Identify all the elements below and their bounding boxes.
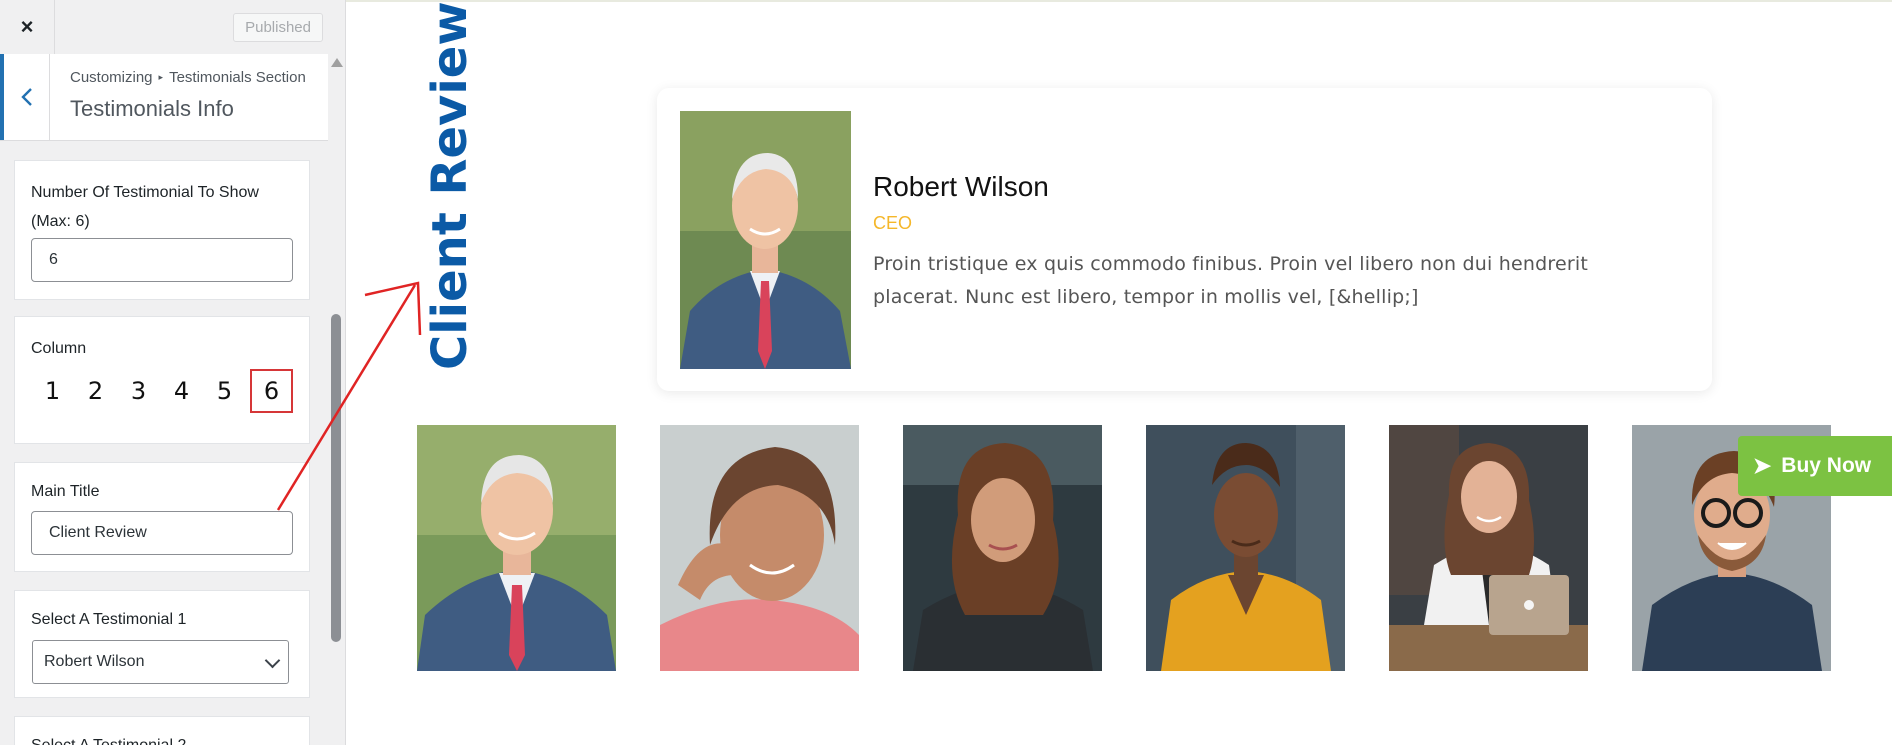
send-icon: ➤ [1752, 453, 1772, 478]
number-to-show-label: Number Of Testimonial To Show [31, 184, 259, 201]
back-button[interactable] [0, 54, 50, 140]
customizer-header: × Published [0, 0, 345, 55]
chevron-left-icon [20, 88, 32, 106]
column-panel: Column 1 2 3 4 5 6 [14, 316, 310, 444]
column-options: 1 2 3 4 5 6 [31, 369, 293, 413]
main-title-input[interactable]: Client Review [31, 511, 293, 555]
scroll-up-arrow-icon[interactable] [331, 58, 343, 67]
column-option-2[interactable]: 2 [74, 369, 117, 413]
testimonial-1-select[interactable]: Robert Wilson [32, 640, 289, 684]
featured-testimonial-name: Robert Wilson [873, 171, 1049, 202]
featured-testimonial-photo [680, 111, 851, 369]
featured-testimonial-text: Proin tristique ex quis commodo finibus.… [873, 253, 1589, 308]
breadcrumb: Customizing ▸ Testimonials Section [70, 69, 306, 86]
preview-top-border [346, 0, 1892, 2]
number-to-show-hint: (Max: 6) [31, 213, 90, 230]
testimonial-thumbnail-1[interactable] [417, 425, 616, 671]
testimonial-1-label: Select A Testimonial 1 [31, 611, 187, 628]
testimonial-2-label: Select A Testimonial 2 [31, 732, 186, 745]
breadcrumb-root: Customizing [70, 69, 153, 86]
main-title-label: Main Title [31, 483, 100, 500]
featured-testimonial-role: CEO [873, 213, 913, 233]
published-button[interactable]: Published [233, 13, 323, 42]
number-to-show-input[interactable]: 6 [31, 238, 293, 282]
number-to-show-panel: Number Of Testimonial To Show (Max: 6) 6 [14, 160, 310, 300]
column-option-5[interactable]: 5 [203, 369, 246, 413]
close-icon[interactable]: × [0, 0, 55, 54]
column-option-3[interactable]: 3 [117, 369, 160, 413]
breadcrumb-parent: Testimonials Section [169, 69, 306, 86]
buy-now-label: Buy Now [1781, 454, 1872, 477]
section-title: Testimonials Info [70, 96, 234, 121]
section-navigation: Customizing ▸ Testimonials Section Testimo… [0, 54, 328, 141]
testimonial-thumbnail-3[interactable] [903, 425, 1102, 671]
column-label: Column [31, 340, 87, 357]
testimonial-1-value: Robert Wilson [44, 653, 145, 670]
testimonial-thumbnail-2[interactable] [660, 425, 859, 671]
testimonial-2-panel: Select A Testimonial 2 [14, 716, 310, 745]
testimonial-thumbnail-5[interactable] [1389, 425, 1588, 671]
testimonial-thumbnail-4[interactable] [1146, 425, 1345, 671]
chevron-down-icon [264, 652, 281, 669]
breadcrumb-separator-icon: ▸ [158, 72, 164, 82]
column-option-1[interactable]: 1 [31, 369, 74, 413]
column-option-4[interactable]: 4 [160, 369, 203, 413]
featured-testimonial-card: Robert Wilson CEO Proin tristique ex qui… [657, 88, 1712, 391]
client-review-title: Client Review [422, 1, 478, 370]
buy-now-button[interactable]: ➤ Buy Now [1738, 436, 1892, 496]
annotation-arrow-icon [276, 281, 422, 511]
main-title-panel: Main Title Client Review [14, 462, 310, 572]
testimonial-1-panel: Select A Testimonial 1 Robert Wilson [14, 590, 310, 698]
